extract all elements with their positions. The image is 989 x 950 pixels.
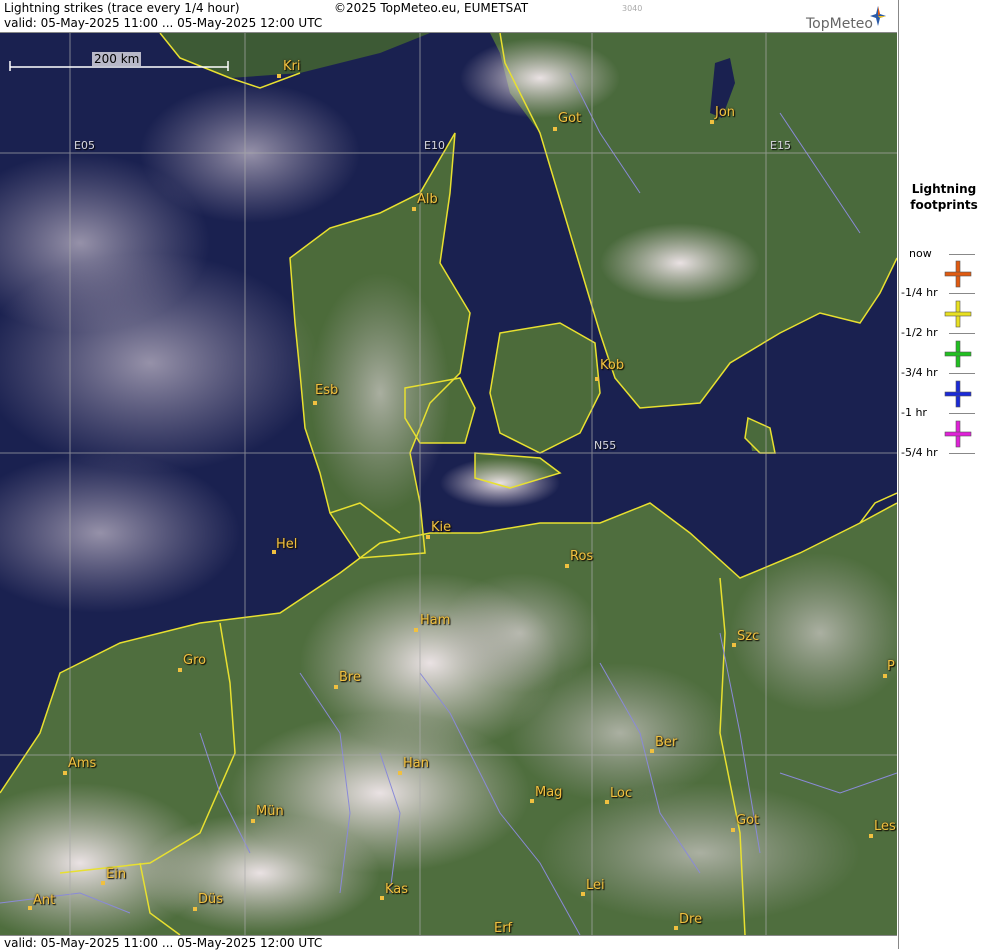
city-label-han: Han bbox=[403, 756, 429, 771]
valid-time-top: valid: 05-May-2025 11:00 ... 05-May-2025… bbox=[4, 16, 323, 30]
city-dot bbox=[530, 799, 534, 803]
city-dot bbox=[313, 401, 317, 405]
city-dot bbox=[732, 643, 736, 647]
city-label-got-germany: Got bbox=[736, 813, 760, 828]
city-dot bbox=[398, 771, 402, 775]
city-label-ham: Ham bbox=[420, 613, 451, 628]
city-label-mag: Mag bbox=[535, 785, 563, 800]
city-dot bbox=[883, 674, 887, 678]
city-dot bbox=[251, 819, 255, 823]
legend-title: Lightning footprints bbox=[910, 182, 978, 212]
city-dot bbox=[426, 535, 430, 539]
city-dot bbox=[101, 881, 105, 885]
city-label-dus: Düs bbox=[198, 892, 224, 907]
legend-level-five-quarter: -5/4 hr bbox=[901, 446, 938, 459]
city-label-lei: Lei bbox=[586, 878, 605, 893]
city-dot bbox=[731, 828, 735, 832]
legend-level-three-quarter: -3/4 hr bbox=[901, 366, 938, 379]
valid-time-bottom: valid: 05-May-2025 11:00 ... 05-May-2025… bbox=[4, 936, 323, 950]
cross-icon-half bbox=[943, 299, 973, 329]
legend-level-now: now bbox=[909, 247, 932, 260]
city-dot bbox=[193, 907, 197, 911]
brand-logo-icon bbox=[868, 4, 888, 28]
legend-level-quarter: -1/4 hr bbox=[901, 286, 938, 299]
city-label-ein: Ein bbox=[106, 867, 127, 882]
city-label-ros: Ros bbox=[570, 549, 594, 564]
grid-label-n55: N55 bbox=[594, 439, 617, 452]
grid-label-e15: E15 bbox=[770, 139, 791, 152]
city-label-hel: Hel bbox=[276, 537, 298, 552]
city-label-ber: Ber bbox=[655, 735, 678, 750]
city-label-mun: Mün bbox=[256, 804, 284, 819]
city-dot bbox=[553, 127, 557, 131]
city-label-got-sweden: Got bbox=[558, 111, 582, 126]
city-dot bbox=[674, 926, 678, 930]
city-dot bbox=[650, 749, 654, 753]
city-dot bbox=[380, 896, 384, 900]
copyright-text: ©2025 TopMeteo.eu, EUMETSAT bbox=[334, 1, 529, 15]
legend-divider bbox=[949, 254, 975, 255]
city-dot bbox=[581, 892, 585, 896]
city-label-les: Les bbox=[874, 819, 896, 834]
city-label-kie: Kie bbox=[431, 520, 452, 535]
city-label-kob: Kob bbox=[600, 358, 625, 373]
grid-label-e05: E05 bbox=[74, 139, 95, 152]
map-header: Lightning strikes (trace every 1/4 hour)… bbox=[0, 0, 897, 33]
city-label-ant: Ant bbox=[33, 893, 56, 908]
city-label-gro: Gro bbox=[183, 653, 207, 668]
city-dot bbox=[277, 74, 281, 78]
legend-level-half: -1/2 hr bbox=[901, 326, 938, 339]
cross-icon-five-quarter bbox=[943, 419, 973, 449]
cross-icon-hour bbox=[943, 379, 973, 409]
brand-name: TopMeteo bbox=[806, 16, 873, 32]
city-dot bbox=[63, 771, 67, 775]
city-dot bbox=[334, 685, 338, 689]
city-label-esb: Esb bbox=[315, 383, 339, 398]
city-dot bbox=[414, 628, 418, 632]
cross-icon-three-quarter bbox=[943, 339, 973, 369]
map-code: 3040 bbox=[622, 4, 643, 13]
city-label-kas: Kas bbox=[385, 882, 409, 897]
legend-divider bbox=[949, 373, 975, 374]
city-dot bbox=[605, 800, 609, 804]
city-label-erf: Erf bbox=[494, 921, 513, 935]
city-label-szc: Szc bbox=[737, 629, 760, 644]
city-dot bbox=[28, 906, 32, 910]
city-dot bbox=[565, 564, 569, 568]
legend-divider bbox=[949, 333, 975, 334]
city-dot bbox=[595, 377, 599, 381]
city-dot bbox=[178, 668, 182, 672]
city-label-bre: Bre bbox=[339, 670, 361, 685]
city-label-kri: Kri bbox=[283, 59, 301, 74]
map-footer: valid: 05-May-2025 11:00 ... 05-May-2025… bbox=[0, 935, 897, 950]
city-dot bbox=[710, 120, 714, 124]
city-dot bbox=[412, 207, 416, 211]
scale-bar-label: 200 km bbox=[92, 52, 142, 66]
satellite-map[interactable]: 200 km E05 E10 E15 N55 Kri Got Jon Alb K… bbox=[0, 33, 897, 935]
city-label-alb: Alb bbox=[417, 192, 438, 207]
map-title: Lightning strikes (trace every 1/4 hour) bbox=[4, 1, 240, 15]
cross-icon-quarter bbox=[943, 259, 973, 289]
legend-divider bbox=[949, 453, 975, 454]
city-label-dre: Dre bbox=[679, 912, 703, 927]
city-label-jon: Jon bbox=[715, 105, 736, 120]
city-label-ams: Ams bbox=[68, 756, 97, 771]
lightning-legend: Lightning footprints now -1/4 hr -1/2 hr… bbox=[898, 0, 989, 949]
city-label-p: P bbox=[887, 659, 895, 674]
legend-divider bbox=[949, 293, 975, 294]
grid-label-e10: E10 bbox=[424, 139, 445, 152]
legend-level-hour: -1 hr bbox=[901, 406, 927, 419]
legend-divider bbox=[949, 413, 975, 414]
city-dot bbox=[869, 834, 873, 838]
city-label-loc: Loc bbox=[610, 786, 633, 801]
